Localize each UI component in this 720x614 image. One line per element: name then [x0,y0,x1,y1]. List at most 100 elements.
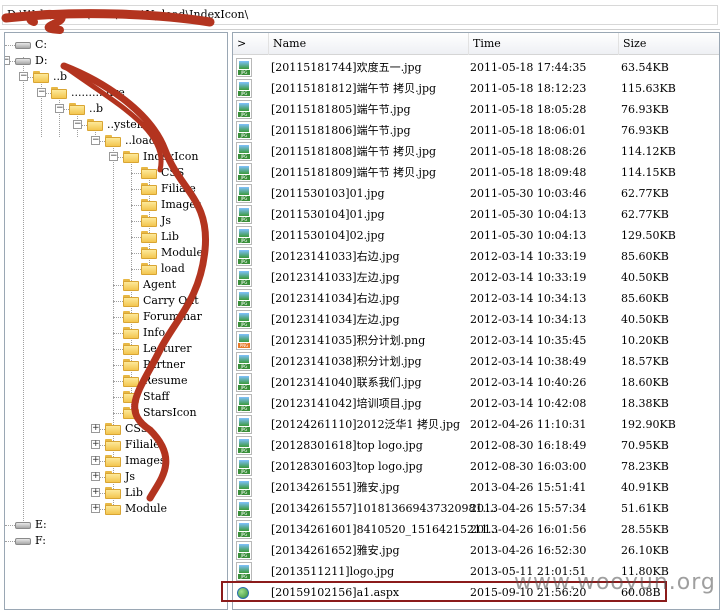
folder-icon [105,135,121,147]
tree-node[interactable]: Agent [5,277,225,293]
expander-icon[interactable]: − [73,120,82,129]
tree-node-label: ..b [53,70,68,83]
file-row[interactable]: JPG [20123141040]联系我们.jpg 2012-03-14 10:40… [233,372,719,393]
tree-node[interactable]: + CSS [5,421,225,437]
tree-guide-line [131,189,141,190]
tree-node[interactable]: + Filiale [5,437,225,453]
jpg-file-icon: JPG [236,415,252,434]
tree-guide-line [131,269,141,270]
tree-node[interactable]: +Foruminar [5,309,225,325]
tree-guide-line [113,365,123,366]
file-row[interactable]: JPG [20134261652]雅安.jpg 2013-04-26 16:52:3… [233,540,719,561]
file-row[interactable]: JPG [20123141034]右边.jpg 2012-03-14 10:34:1… [233,288,719,309]
tree-node-label: Js [161,214,172,227]
expander-icon[interactable]: + [91,440,100,449]
tree-node[interactable]: Module [5,245,225,261]
jpg-file-icon: JPG [236,79,252,98]
column-toggle[interactable]: > [233,33,269,55]
tree-node[interactable]: +C: [5,37,225,53]
file-row[interactable]: JPG [20124261110]2012泛华1 拷贝.jpg 2012-04-26… [233,414,719,435]
file-row[interactable]: JPG [20134261551]雅安.jpg 2013-04-26 15:51:4… [233,477,719,498]
file-row[interactable]: JPG [20115181808]端午节 拷贝.jpg 2011-05-18 18:… [233,141,719,162]
file-name: [20123141033]右边.jpg [271,250,400,263]
folder-icon [123,279,139,291]
tree-node[interactable]: + Lib [5,485,225,501]
tree-node[interactable]: Filiale [5,181,225,197]
tree-node[interactable]: + Js [5,469,225,485]
tree-node[interactable]: Js [5,213,225,229]
file-row[interactable]: JPG [20123141034]左边.jpg 2012-03-14 10:34:1… [233,309,719,330]
jpg-file-icon: JPG [236,100,252,119]
file-size: 78.23KB [621,460,669,473]
tree-node[interactable]: +Resume [5,373,225,389]
file-row[interactable]: PNG [20123141035]积分计划.png 2012-03-14 10:35… [233,330,719,351]
tree-node[interactable]: +Info [5,325,225,341]
file-row[interactable]: JPG [20134261601]8410520_15164215211... 20… [233,519,719,540]
tree-guide-line [131,173,141,174]
file-row[interactable]: JPG [20123141033]左边.jpg 2012-03-14 10:33:1… [233,267,719,288]
expander-icon[interactable]: − [37,88,46,97]
column-header-time[interactable]: Time [469,33,619,55]
file-row[interactable]: JPG [20115181812]端午节 拷贝.jpg 2011-05-18 18:… [233,78,719,99]
tree-node[interactable]: − IndexIcon [5,149,225,165]
tree-node[interactable]: − D: [5,53,225,69]
file-row[interactable]: JPG [20123141038]积分计划.jpg 2012-03-14 10:38… [233,351,719,372]
tree-node[interactable]: − ..load [5,133,225,149]
tree-node[interactable]: − ..ystem [5,117,225,133]
expander-icon[interactable]: + [91,424,100,433]
expander-icon[interactable]: + [91,504,100,513]
tree-node-label: CSS [125,422,149,435]
tree-node[interactable]: +Partner [5,357,225,373]
file-row[interactable]: JPG [20123141033]右边.jpg 2012-03-14 10:33:1… [233,246,719,267]
column-header-name[interactable]: Name [269,33,469,55]
file-name: [20134261601]8410520_15164215211... [271,523,499,536]
expander-icon[interactable]: − [19,72,28,81]
expander-icon[interactable]: + [91,488,100,497]
file-row[interactable]: JPG [20128301603]top logo.jpg 2012-08-30 1… [233,456,719,477]
file-time: 2011-05-18 17:44:35 [470,61,587,74]
watermark: www.wooyun.org [514,570,716,595]
jpg-file-icon: JPG [236,268,252,287]
tree-node[interactable]: +Carry Out [5,293,225,309]
expander-icon[interactable]: + [91,456,100,465]
file-name: [20123141034]右边.jpg [271,292,400,305]
file-time: 2011-05-30 10:04:13 [470,229,587,242]
tree-node[interactable]: + Images [5,453,225,469]
column-header-size[interactable]: Size [619,33,719,55]
tree-guide-line [131,237,141,238]
file-row[interactable]: JPG [20115181806]端午节.jpg 2011-05-18 18:06:… [233,120,719,141]
tree-node[interactable]: load [5,261,225,277]
tree-node-label: E: [35,518,47,531]
tree-node[interactable]: − ..b [5,101,225,117]
file-name: [20134261652]雅安.jpg [271,544,400,557]
expander-icon[interactable]: + [91,472,100,481]
file-row[interactable]: JPG [20128301618]top logo.jpg 2012-08-30 1… [233,435,719,456]
tree-node[interactable]: +E: [5,517,225,533]
tree-node[interactable]: +Lecturer [5,341,225,357]
file-row[interactable]: JPG [2011530104]01.jpg 2011-05-30 10:04:13… [233,204,719,225]
folder-icon [123,391,139,403]
tree-node[interactable]: +F: [5,533,225,549]
expander-icon[interactable]: − [109,152,118,161]
expander-icon[interactable]: − [55,104,64,113]
file-row[interactable]: JPG [20134261557]101813669437320981.... 20… [233,498,719,519]
tree-node[interactable]: CSS [5,165,225,181]
tree-node[interactable]: Lib [5,229,225,245]
tree-node[interactable]: + Module [5,501,225,517]
tree-guide-line [131,221,141,222]
file-row[interactable]: JPG [20123141042]培训项目.jpg 2012-03-14 10:42… [233,393,719,414]
file-row[interactable]: JPG [20115181805]端午节.jpg 2011-05-18 18:05:… [233,99,719,120]
expander-icon[interactable]: − [5,56,10,65]
file-row[interactable]: JPG [2011530103]01.jpg 2011-05-30 10:03:46… [233,183,719,204]
file-row[interactable]: JPG [2011530104]02.jpg 2011-05-30 10:04:13… [233,225,719,246]
jpg-file-icon: JPG [236,373,252,392]
tree-node[interactable]: − ..........ure [5,85,225,101]
tree-node[interactable]: +StarsIcon [5,405,225,421]
tree-node[interactable]: +Staff [5,389,225,405]
expander-icon[interactable]: − [91,136,100,145]
file-row[interactable]: JPG [20115181809]端午节 拷贝.jpg 2011-05-18 18:… [233,162,719,183]
path-input[interactable]: D:\Web\..........\Web\.......\Upload\Ind… [2,5,718,25]
tree-node[interactable]: Images [5,197,225,213]
tree-node[interactable]: − ..b [5,69,225,85]
file-row[interactable]: JPG [20115181744]欢度五一.jpg 2011-05-18 17:44… [233,57,719,78]
